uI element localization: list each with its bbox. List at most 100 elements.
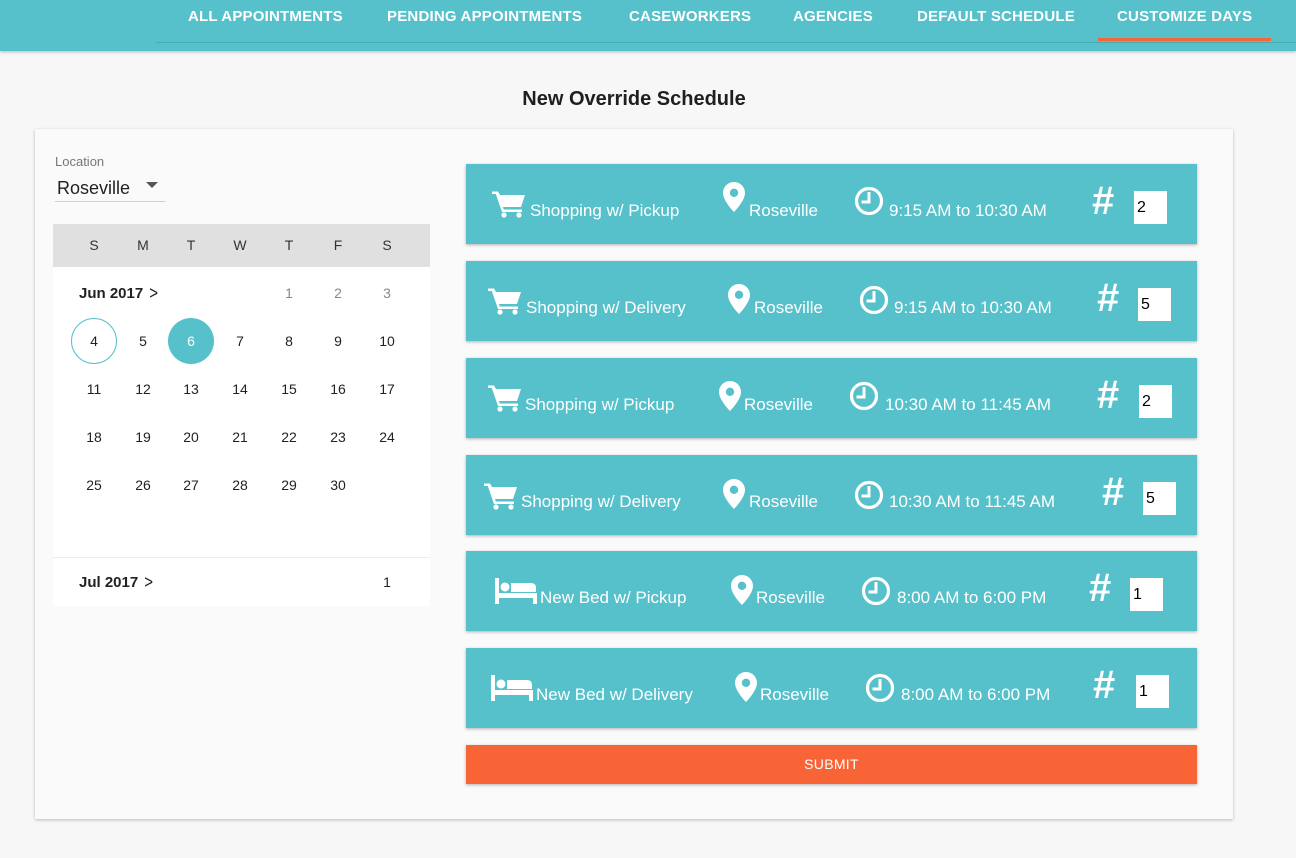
- calendar-day[interactable]: 10: [364, 318, 410, 364]
- slot-service-name: New Bed w/ Delivery: [536, 685, 693, 704]
- month-label-june[interactable]: Jun 2017 >: [79, 283, 158, 303]
- weekday-label: S: [382, 237, 392, 253]
- location-value: Roseville: [57, 178, 131, 198]
- month-label-july-text: Jul 2017: [79, 574, 139, 591]
- location-pin-icon: [728, 284, 750, 314]
- calendar-day[interactable]: 24: [364, 414, 410, 460]
- slot-time-range: 8:00 AM to 6:00 PM: [897, 588, 1047, 607]
- schedule-slot: Shopping w/ Delivery Roseville 9:15 AM to …: [466, 261, 1197, 341]
- page-title: New Override Schedule: [522, 88, 746, 110]
- calendar-day[interactable]: 7: [217, 318, 263, 364]
- bed-icon: [495, 578, 537, 604]
- location-pin-icon: [723, 479, 745, 509]
- slot-service-name: New Bed w/ Pickup: [540, 588, 687, 607]
- slot-time-range: 9:15 AM to 10:30 AM: [894, 298, 1052, 317]
- calendar-day[interactable]: 4: [71, 318, 117, 364]
- slot-count-input[interactable]: [1138, 288, 1171, 321]
- slot-service-name: Shopping w/ Delivery: [521, 492, 681, 511]
- clock-icon: [849, 381, 879, 411]
- slot-count-input[interactable]: [1139, 385, 1172, 418]
- weekday-label: W: [233, 237, 247, 253]
- month-label-july[interactable]: Jul 2017 >: [79, 572, 153, 593]
- slot-location: Roseville: [744, 395, 813, 414]
- calendar: SMTWTFS Jun 2017 > Jul 2017 > 1 2 3 4 5 6 7 8 9 10 1…: [53, 224, 430, 606]
- calendar-day[interactable]: 11: [71, 366, 117, 412]
- submit-button[interactable]: SUBMIT: [466, 745, 1197, 784]
- tab-customize-days[interactable]: CUSTOMIZE DAYS: [1097, 0, 1272, 42]
- tab-caseworkers[interactable]: CASEWORKERS: [629, 0, 751, 42]
- top-nav-bar: ALL APPOINTMENTS PENDING APPOINTMENTS CA…: [0, 0, 1296, 51]
- cart-icon: [484, 482, 518, 510]
- weekday-label: M: [137, 237, 149, 253]
- calendar-day[interactable]: 28: [217, 462, 263, 508]
- calendar-day[interactable]: 1: [266, 270, 312, 316]
- slot-count-input[interactable]: [1130, 578, 1163, 611]
- schedule-slot: Shopping w/ Delivery Roseville 10:30 AM to…: [466, 455, 1197, 535]
- schedule-slot: New Bed w/ Pickup Roseville 8:00 AM to 6:0…: [466, 551, 1197, 631]
- slot-service-name: Shopping w/ Pickup: [525, 395, 675, 414]
- calendar-day[interactable]: 15: [266, 366, 312, 412]
- calendar-day[interactable]: 23: [315, 414, 361, 460]
- schedule-slot: Shopping w/ Pickup Roseville 9:15 AM to 10…: [466, 164, 1197, 244]
- hash-icon: #: [1089, 566, 1112, 610]
- hash-icon: #: [1097, 373, 1120, 417]
- calendar-day[interactable]: 25: [71, 462, 117, 508]
- tab-agencies[interactable]: AGENCIES: [793, 0, 873, 42]
- calendar-day[interactable]: 16: [315, 366, 361, 412]
- calendar-day[interactable]: 27: [168, 462, 214, 508]
- hash-icon: #: [1092, 179, 1115, 223]
- calendar-day[interactable]: 13: [168, 366, 214, 412]
- calendar-day[interactable]: 3: [364, 270, 410, 316]
- nav-divider: [156, 42, 1296, 43]
- calendar-day[interactable]: 6: [168, 318, 214, 364]
- calendar-day[interactable]: 22: [266, 414, 312, 460]
- clock-icon: [854, 186, 884, 216]
- slot-count-input[interactable]: [1134, 191, 1167, 224]
- calendar-day[interactable]: 20: [168, 414, 214, 460]
- hash-icon: #: [1093, 663, 1116, 707]
- slot-location: Roseville: [756, 588, 825, 607]
- tab-all-appointments[interactable]: ALL APPOINTMENTS: [188, 0, 343, 42]
- calendar-day[interactable]: 26: [120, 462, 166, 508]
- clock-icon: [854, 480, 884, 510]
- tab-default-schedule[interactable]: DEFAULT SCHEDULE: [917, 0, 1075, 42]
- calendar-day[interactable]: 19: [120, 414, 166, 460]
- location-pin-icon: [719, 381, 741, 411]
- calendar-day[interactable]: 17: [364, 366, 410, 412]
- weekday-label: F: [333, 237, 343, 253]
- caret-down-icon: [146, 182, 158, 188]
- calendar-day[interactable]: 14: [217, 366, 263, 412]
- location-label: Location: [55, 154, 105, 169]
- slot-service-name: Shopping w/ Pickup: [530, 201, 680, 220]
- calendar-day[interactable]: 8: [266, 318, 312, 364]
- calendar-day[interactable]: 30: [315, 462, 361, 508]
- location-pin-icon: [723, 182, 745, 212]
- schedule-slot: New Bed w/ Delivery Roseville 8:00 AM to 6…: [466, 648, 1197, 728]
- location-pin-icon: [735, 672, 757, 702]
- clock-icon: [861, 576, 891, 606]
- calendar-day[interactable]: 29: [266, 462, 312, 508]
- slot-count-input[interactable]: [1143, 482, 1176, 515]
- slot-location: Roseville: [749, 492, 818, 511]
- weekday-label: T: [284, 237, 294, 253]
- calendar-day[interactable]: 1: [364, 559, 410, 605]
- calendar-day[interactable]: 9: [315, 318, 361, 364]
- slot-time-range: 10:30 AM to 11:45 AM: [889, 492, 1056, 511]
- calendar-day[interactable]: 5: [120, 318, 166, 364]
- slot-time-range: 10:30 AM to 11:45 AM: [885, 395, 1052, 414]
- clock-icon: [865, 673, 895, 703]
- slot-time-range: 9:15 AM to 10:30 AM: [889, 201, 1047, 220]
- calendar-day[interactable]: 12: [120, 366, 166, 412]
- location-pin-icon: [731, 575, 753, 605]
- clock-icon: [859, 285, 889, 315]
- bed-icon: [491, 675, 533, 701]
- hash-icon: #: [1102, 470, 1125, 514]
- weekday-label: T: [186, 237, 196, 253]
- calendar-day[interactable]: 21: [217, 414, 263, 460]
- slot-count-input[interactable]: [1136, 675, 1169, 708]
- tab-pending-appointments[interactable]: PENDING APPOINTMENTS: [387, 0, 582, 42]
- location-select[interactable]: Roseville: [55, 174, 165, 202]
- calendar-day[interactable]: 18: [71, 414, 117, 460]
- chevron-right-icon: >: [144, 572, 153, 593]
- calendar-day[interactable]: 2: [315, 270, 361, 316]
